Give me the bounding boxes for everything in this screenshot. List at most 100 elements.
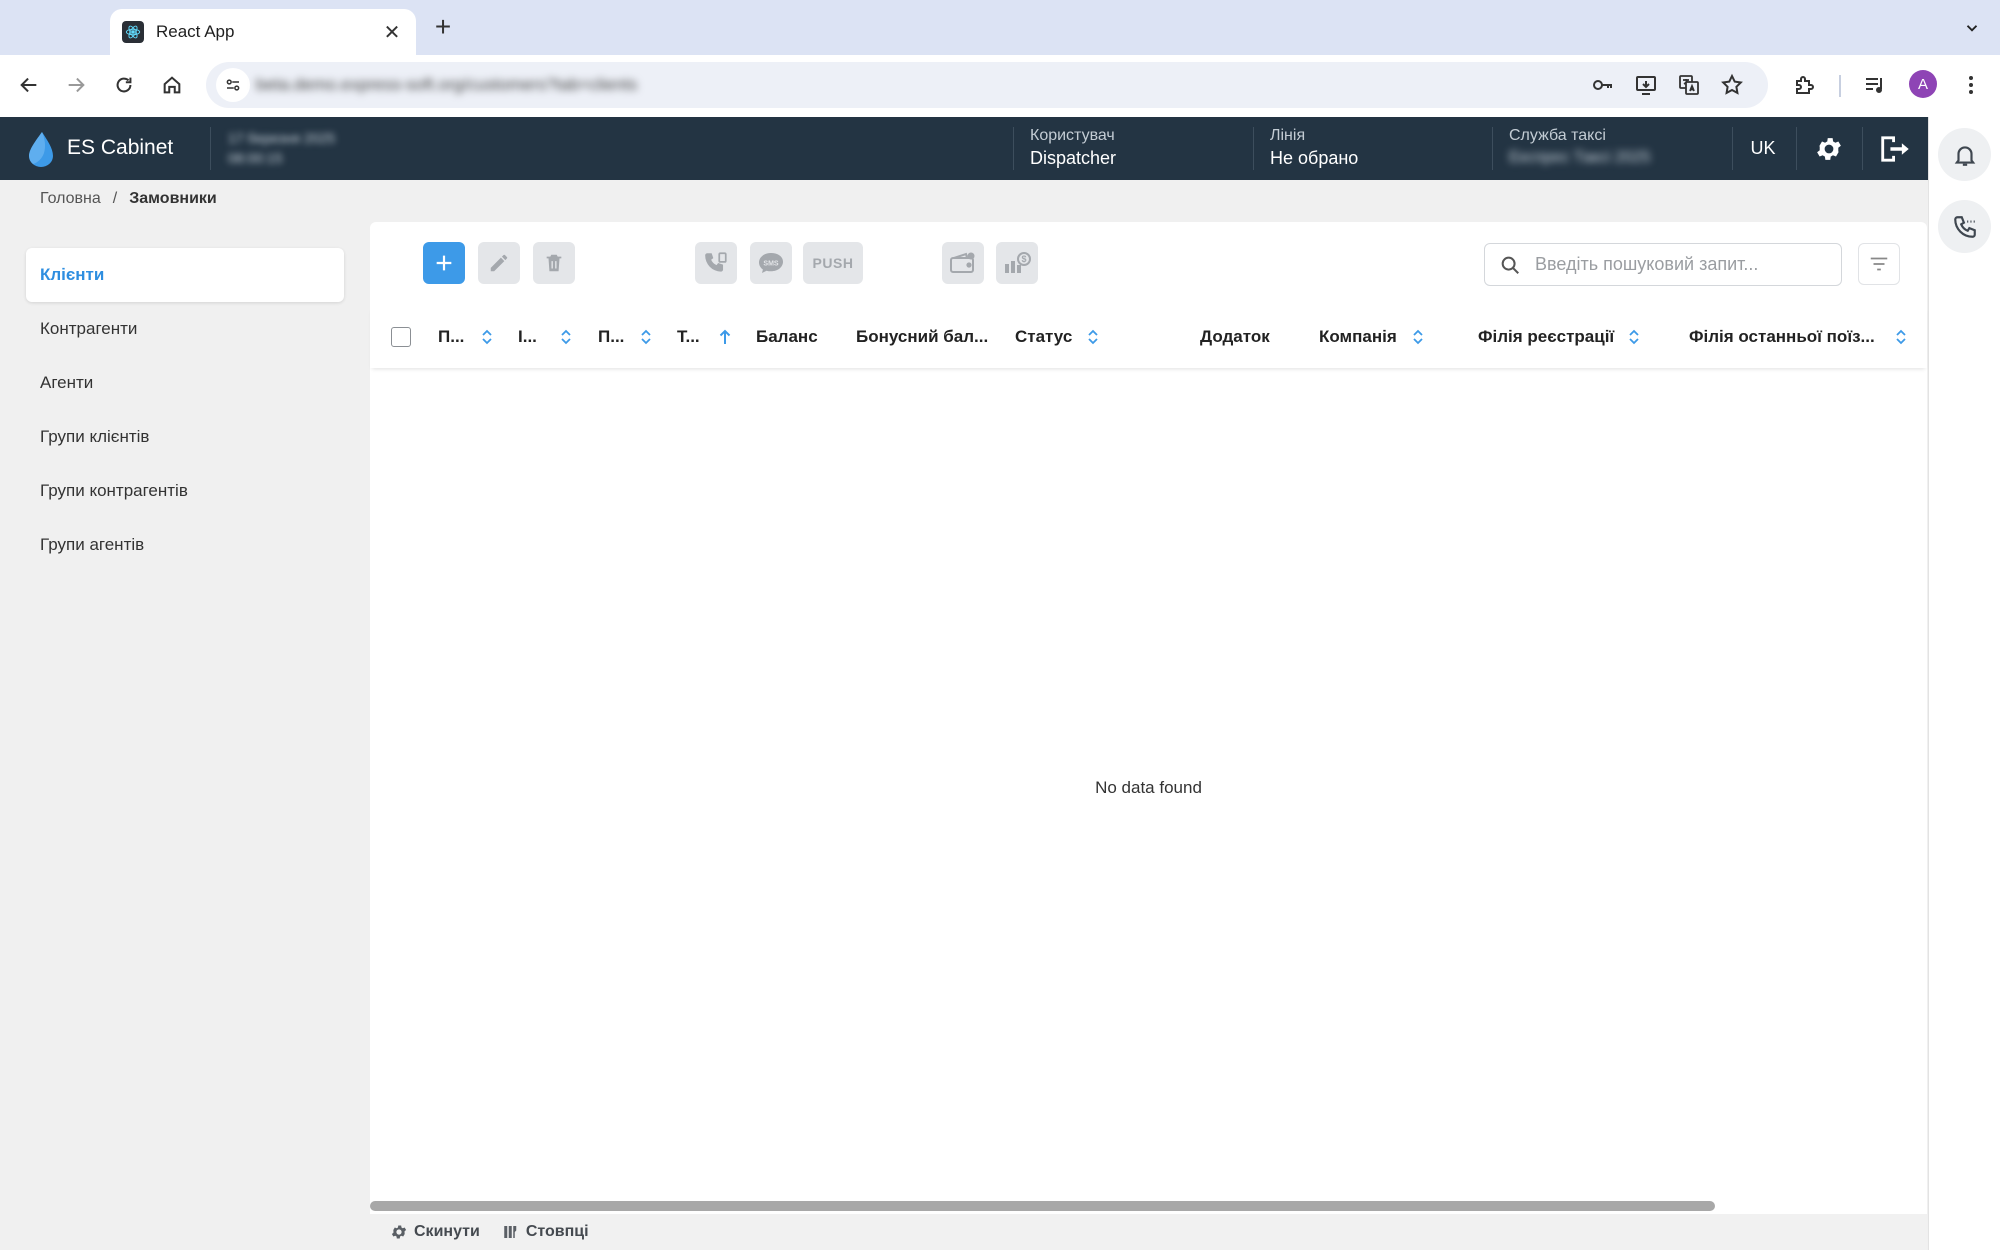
site-settings-button[interactable] — [216, 68, 250, 102]
send-push-button[interactable]: PUSH — [803, 242, 863, 284]
browser-toolbar: beta.demo.express-soft.org/customers?tab… — [0, 55, 2000, 117]
call-button[interactable] — [1938, 200, 1991, 253]
reset-gear-icon — [391, 1225, 407, 1239]
logout-button[interactable] — [1863, 117, 1927, 180]
column-header[interactable]: Філія реєстрації — [1478, 306, 1614, 368]
column-header[interactable]: І... — [518, 306, 537, 368]
back-button[interactable] — [11, 67, 47, 103]
header-divider — [1492, 127, 1493, 170]
columns-icon — [504, 1226, 517, 1238]
more-vert-icon — [1969, 76, 1973, 94]
sort-icon[interactable] — [639, 328, 653, 346]
settings-button[interactable] — [1797, 117, 1861, 180]
breadcrumb-separator: / — [112, 190, 118, 207]
taxi-service-selector[interactable]: Служба таксі Експрес Таксі 2025 — [1509, 126, 1650, 170]
bookmark-button[interactable] — [1717, 70, 1747, 100]
column-header: Баланс — [756, 327, 818, 346]
reset-label: Скинути — [414, 1223, 480, 1240]
chevron-down-icon — [1966, 25, 1978, 32]
sidebar-item-clients[interactable]: Клієнти — [26, 248, 344, 302]
address-bar[interactable]: beta.demo.express-soft.org/customers?tab… — [206, 62, 1768, 108]
react-logo-icon — [122, 21, 144, 43]
add-client-button[interactable] — [423, 242, 465, 284]
browser-tabstrip: React App ✕ + — [0, 0, 2000, 55]
browser-menu-button[interactable] — [1953, 67, 1989, 103]
sidebar-item-agents[interactable]: Агенти — [26, 356, 344, 410]
tab-search-button[interactable] — [1955, 13, 1989, 43]
sidebar-item-counterparties[interactable]: Контрагенти — [26, 302, 344, 356]
sidebar-item-client-groups[interactable]: Групи клієнтів — [26, 410, 344, 464]
user-label: Користувач — [1030, 127, 1115, 144]
sort-icon[interactable] — [559, 328, 573, 346]
columns-button[interactable]: Стовпці — [502, 1223, 589, 1241]
column-header: Бонусний бал... — [856, 327, 989, 346]
wallet-icon — [950, 252, 975, 273]
line-selector[interactable]: Лінія Не обрано — [1270, 126, 1358, 170]
sms-icon: SMS — [759, 253, 783, 273]
sort-ascending-icon[interactable] — [718, 328, 732, 346]
breadcrumb-home[interactable]: Головна — [40, 190, 101, 208]
header-date: 17 березня 2025 — [228, 130, 336, 146]
home-icon — [163, 76, 181, 94]
sort-icon[interactable] — [1627, 328, 1641, 346]
notifications-button[interactable] — [1938, 128, 1991, 181]
new-tab-button[interactable]: + — [428, 11, 458, 42]
line-value: Не обрано — [1270, 148, 1359, 168]
columns-label: Стовпці — [525, 1223, 589, 1240]
send-sms-button[interactable]: SMS — [750, 242, 792, 284]
column-header[interactable]: Філія останньої поїз... — [1689, 306, 1875, 368]
phone-list-icon — [705, 252, 727, 272]
translate-icon — [1679, 75, 1699, 95]
browser-tab[interactable]: React App ✕ — [110, 9, 416, 55]
search-input[interactable] — [1535, 254, 1825, 275]
filter-button[interactable] — [1858, 243, 1900, 285]
install-app-button[interactable] — [1631, 70, 1661, 100]
profile-avatar[interactable]: A — [1909, 70, 1937, 98]
sort-icon[interactable] — [480, 328, 494, 346]
sidebar-item-agent-groups[interactable]: Групи агентів — [26, 518, 344, 572]
column-header[interactable]: Т... — [677, 306, 700, 368]
language-switch[interactable]: UK — [1732, 117, 1794, 180]
puzzle-icon — [1796, 76, 1814, 94]
column-header[interactable]: Компанія — [1319, 306, 1397, 368]
column-header[interactable]: П... — [598, 306, 624, 368]
search-box[interactable] — [1484, 243, 1842, 286]
scrollbar-thumb[interactable] — [370, 1201, 1715, 1211]
delete-button[interactable] — [533, 242, 575, 284]
home-button[interactable] — [154, 67, 190, 103]
svg-text:$: $ — [1021, 254, 1026, 264]
header-divider — [1253, 127, 1254, 170]
user-selector[interactable]: Користувач Dispatcher — [1030, 126, 1116, 170]
header-time: 08:00:15 — [228, 150, 283, 166]
wallet-button[interactable] — [942, 242, 984, 284]
taxi-service-value: Експрес Таксі 2025 — [1509, 149, 1651, 166]
push-label: PUSH — [812, 255, 854, 271]
table-header: П... І... П... Т... Баланс Бонусний бал.… — [370, 306, 1927, 368]
bonus-transfer-button[interactable]: $ — [996, 242, 1038, 284]
sort-icon[interactable] — [1086, 328, 1100, 346]
sidebar-item-counterparty-groups[interactable]: Групи контрагентів — [26, 464, 344, 518]
table-footer: Скинути Стовпці — [370, 1214, 1927, 1250]
search-icon — [1501, 256, 1519, 274]
call-client-button[interactable] — [695, 242, 737, 284]
toolbar-divider — [1839, 75, 1841, 97]
column-header: Додаток — [1200, 327, 1270, 346]
reset-button[interactable]: Скинути — [390, 1223, 480, 1241]
column-header[interactable]: Статус — [1015, 306, 1072, 368]
media-controls-button[interactable] — [1857, 67, 1893, 103]
extensions-button[interactable] — [1786, 67, 1822, 103]
close-tab-icon[interactable]: ✕ — [380, 20, 404, 44]
column-header[interactable]: П... — [438, 306, 464, 368]
select-all-checkbox[interactable] — [391, 327, 411, 347]
horizontal-scrollbar[interactable] — [370, 1200, 1927, 1212]
sort-icon[interactable] — [1411, 328, 1425, 346]
edit-button[interactable] — [478, 242, 520, 284]
line-label: Лінія — [1270, 127, 1306, 144]
forward-button[interactable] — [58, 67, 94, 103]
translate-button[interactable] — [1674, 70, 1704, 100]
sort-icon[interactable] — [1894, 328, 1908, 346]
reload-button[interactable] — [106, 67, 142, 103]
password-key-button[interactable] — [1588, 70, 1618, 100]
star-icon — [1721, 73, 1743, 95]
user-value: Dispatcher — [1030, 148, 1117, 168]
